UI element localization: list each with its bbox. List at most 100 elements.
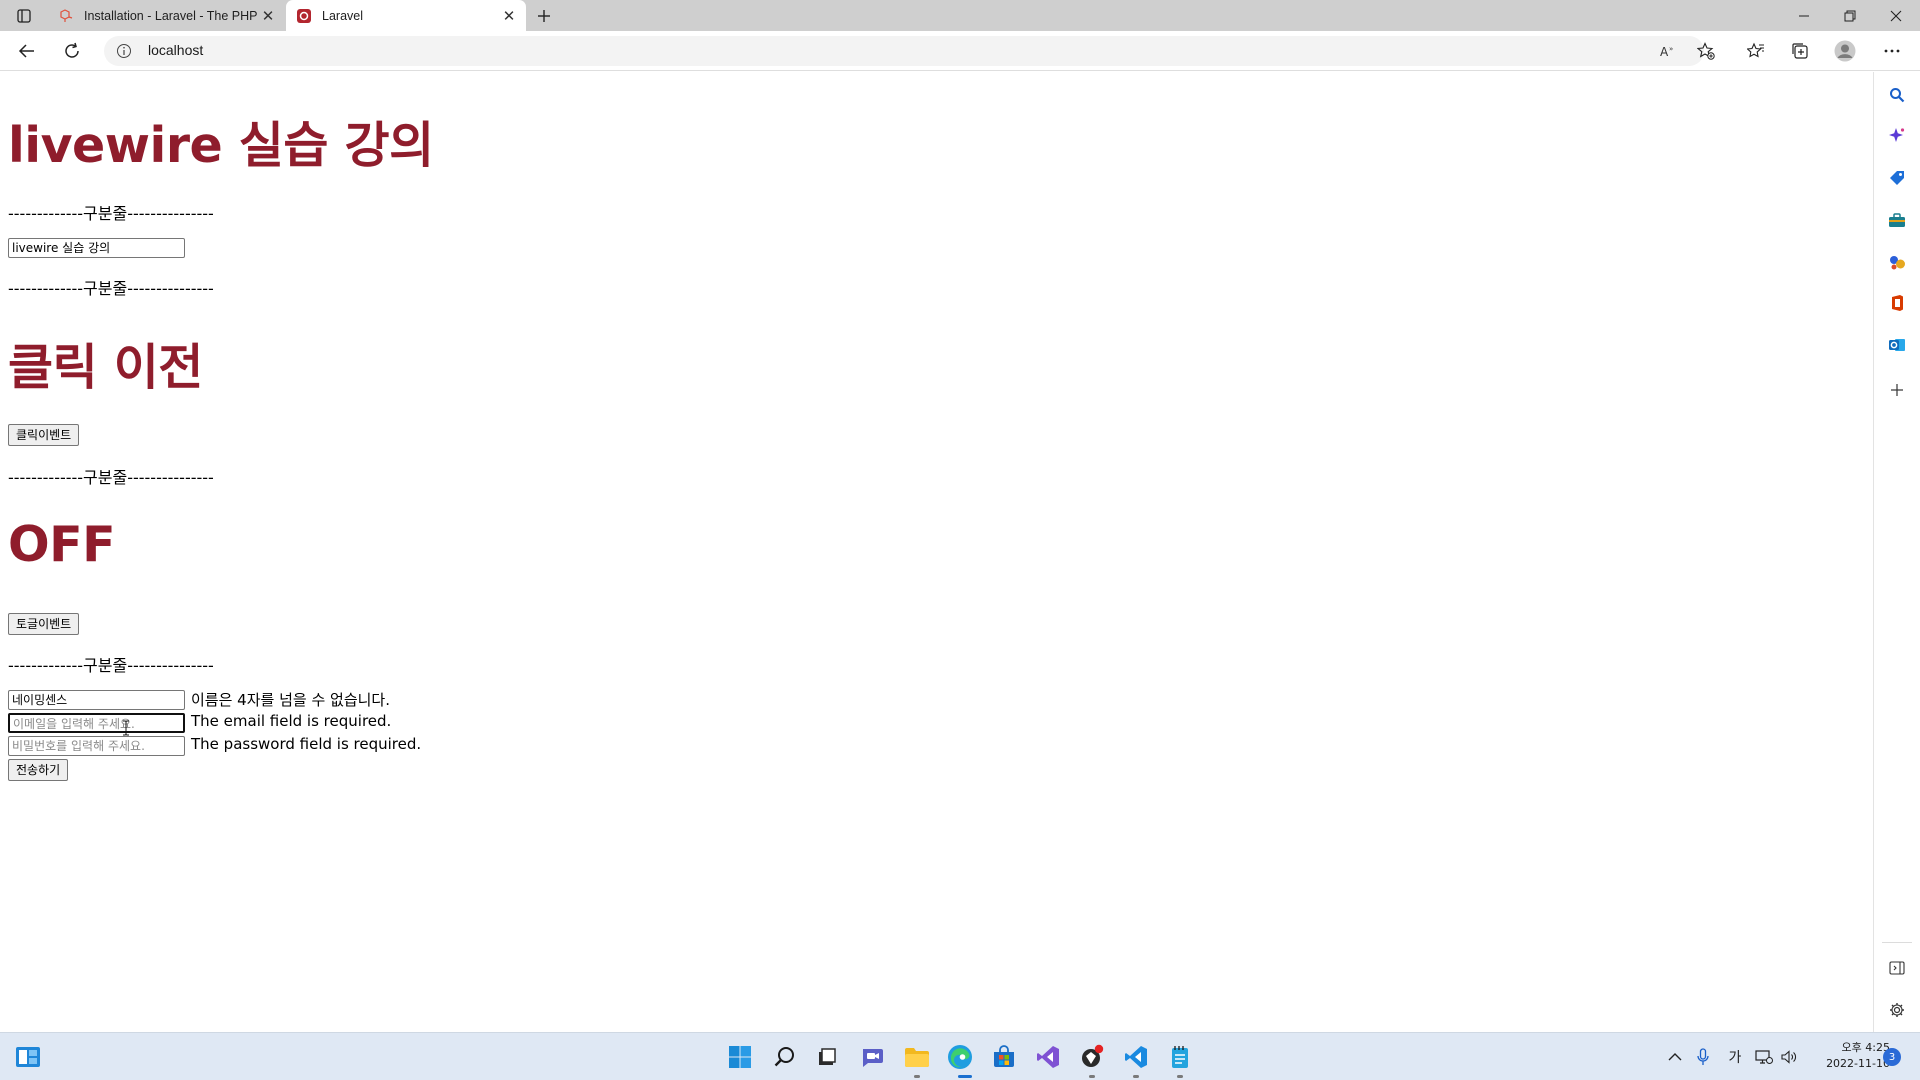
email-error-message: The email field is required. <box>191 712 392 730</box>
divider-line: -------------구분줄--------------- <box>8 468 214 487</box>
svg-text:A: A <box>1660 45 1669 59</box>
shopping-tag-icon <box>1890 171 1904 185</box>
password-error-message: The password field is required. <box>191 735 422 753</box>
refresh-button[interactable] <box>57 37 87 65</box>
widgets-button[interactable] <box>14 1043 42 1071</box>
hide-sidebar-icon <box>1889 961 1905 975</box>
network-button[interactable] <box>1754 1047 1774 1067</box>
tab-installation-laravel[interactable]: Installation - Laravel - The PHP F ✕ <box>48 0 285 31</box>
minimize-button[interactable] <box>1781 0 1827 31</box>
url-text: localhost <box>148 42 204 58</box>
start-button[interactable] <box>726 1043 754 1071</box>
microsoft-store-button[interactable] <box>990 1043 1018 1071</box>
sidebar-hide-button[interactable] <box>1886 957 1908 979</box>
profile-button[interactable] <box>1830 37 1860 65</box>
vscode-icon <box>1125 1046 1147 1068</box>
browser-toolbar: localhost A » <box>0 31 1920 71</box>
search-icon <box>1890 88 1905 103</box>
gear-icon <box>1890 1003 1904 1017</box>
notepad-button[interactable] <box>1166 1043 1194 1071</box>
edge-icon <box>948 1045 972 1069</box>
sidebar-add-button[interactable] <box>1886 379 1908 401</box>
clock-time: 오후 4:25 <box>1841 1041 1890 1054</box>
plus-icon <box>538 10 550 22</box>
games-icon <box>1890 256 1905 270</box>
screen: Installation - Laravel - The PHP F ✕ Lar… <box>0 0 1920 1080</box>
read-aloud-icon[interactable]: A » <box>1659 43 1677 59</box>
collections-icon <box>1792 43 1808 59</box>
tab-laravel[interactable]: Laravel ✕ <box>286 0 526 31</box>
sparkle-icon <box>1889 128 1905 142</box>
title-input[interactable]: livewire 실습 강의 <box>8 238 185 258</box>
tab-title: Installation - Laravel - The PHP F <box>84 8 257 23</box>
name-input[interactable]: 네이밍센스 <box>8 690 185 710</box>
volume-button[interactable] <box>1779 1047 1799 1067</box>
add-favorite-button[interactable] <box>1691 37 1721 65</box>
divider-line: -------------구분줄--------------- <box>8 204 214 223</box>
system-clock[interactable]: 오후 4:25 2022-11-10 <box>1806 1040 1890 1072</box>
ime-indicator[interactable]: 가 <box>1725 1047 1745 1067</box>
sidebar-outlook-button[interactable] <box>1886 334 1908 356</box>
tray-overflow-button[interactable] <box>1665 1047 1685 1067</box>
back-button[interactable] <box>12 37 42 65</box>
app-button[interactable] <box>1078 1043 1106 1071</box>
speaker-icon <box>1781 1050 1796 1064</box>
laravel-favicon-icon <box>58 8 74 24</box>
running-indicator <box>914 1075 920 1078</box>
site-info-icon[interactable] <box>116 43 132 59</box>
office-icon <box>1892 295 1903 311</box>
settings-more-button[interactable] <box>1877 37 1907 65</box>
visual-studio-button[interactable] <box>1034 1043 1062 1071</box>
taskbar: 가 오후 4:25 2022-11-10 3 <box>0 1032 1920 1080</box>
sidebar-settings-button[interactable] <box>1886 999 1908 1021</box>
sidebar-discover-button[interactable] <box>1886 125 1908 147</box>
running-indicator <box>1089 1075 1095 1078</box>
restore-button[interactable] <box>1827 0 1873 31</box>
search-button[interactable] <box>771 1043 799 1071</box>
close-icon <box>1890 10 1902 21</box>
avatar-icon <box>1834 40 1856 62</box>
new-tab-button[interactable] <box>532 4 556 28</box>
running-indicator <box>1177 1075 1183 1078</box>
plus-icon <box>1891 384 1903 396</box>
teams-chat-button[interactable] <box>858 1043 886 1071</box>
password-input[interactable]: 비밀번호를 입력해 주세요. <box>8 736 185 756</box>
submit-button[interactable]: 전송하기 <box>8 759 69 781</box>
file-explorer-button[interactable] <box>903 1043 931 1071</box>
chevron-up-icon <box>1668 1053 1682 1061</box>
toggle-event-button[interactable]: 토글이벤트 <box>8 613 80 635</box>
notification-badge[interactable]: 3 <box>1883 1048 1901 1066</box>
tab-close-icon[interactable]: ✕ <box>498 5 520 27</box>
click-event-button[interactable]: 클릭이벤트 <box>8 424 80 446</box>
vscode-button[interactable] <box>1122 1043 1150 1071</box>
tab-close-icon[interactable]: ✕ <box>257 5 279 27</box>
name-error-message: 이름은 4자를 넘을 수 없습니다. <box>191 691 390 709</box>
microphone-button[interactable] <box>1693 1047 1713 1067</box>
email-input[interactable]: 이메일을 입력해 주세요. <box>8 713 185 733</box>
task-view-button[interactable] <box>813 1043 841 1071</box>
outlook-icon <box>1889 339 1905 351</box>
sidebar-search-button[interactable] <box>1886 84 1908 106</box>
edge-button[interactable] <box>946 1043 974 1071</box>
favorites-icon <box>1747 42 1764 58</box>
edge-sidebar <box>1873 72 1920 1032</box>
active-app-indicator <box>958 1075 972 1078</box>
sidebar-games-button[interactable] <box>1886 251 1908 273</box>
divider-line: -------------구분줄--------------- <box>8 656 214 675</box>
sidebar-shopping-button[interactable] <box>1886 167 1908 189</box>
tab-actions-button[interactable] <box>10 4 38 28</box>
visual-studio-icon <box>1037 1046 1059 1068</box>
click-status-heading: 클릭 이전 <box>8 339 203 396</box>
favorites-button[interactable] <box>1741 37 1771 65</box>
sidebar-tools-button[interactable] <box>1886 209 1908 231</box>
collections-button[interactable] <box>1785 37 1815 65</box>
address-bar[interactable]: localhost A » <box>104 36 1704 66</box>
task-view-icon <box>819 1048 836 1065</box>
page-title: livewire 실습 강의 <box>8 117 434 174</box>
close-window-button[interactable] <box>1873 0 1919 31</box>
back-arrow-icon <box>18 44 34 58</box>
app-logo-icon <box>1082 1044 1104 1067</box>
sidebar-office-button[interactable] <box>1886 292 1908 314</box>
divider-line: -------------구분줄--------------- <box>8 279 214 298</box>
microphone-icon <box>1697 1048 1709 1065</box>
